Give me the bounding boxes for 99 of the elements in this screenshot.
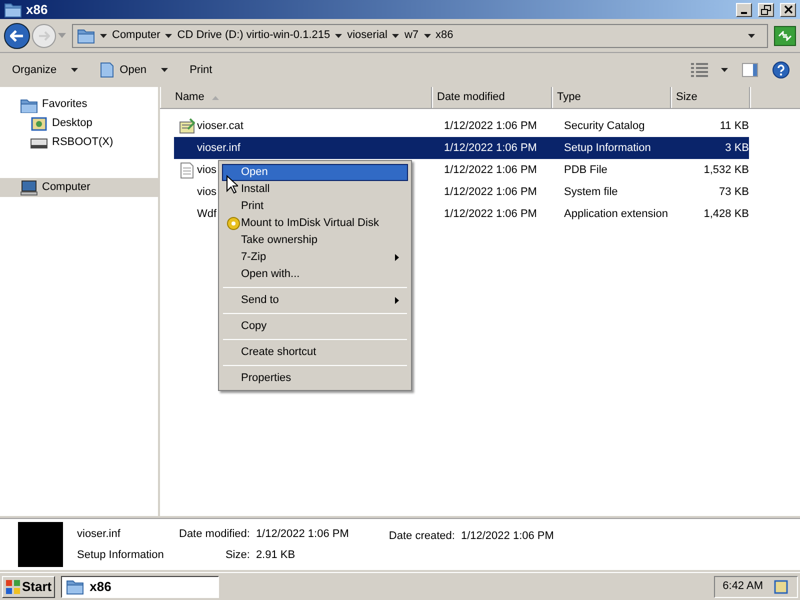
table-cell-text: 73 KB <box>718 184 749 200</box>
details-file-name: vioser.inf <box>77 527 122 542</box>
mouse-pointer-icon <box>226 175 238 194</box>
close-button[interactable] <box>780 2 796 16</box>
breadcrumb[interactable]: vioserial <box>347 27 388 44</box>
windows-logo-icon <box>5 578 21 594</box>
details-file-type: Setup Information <box>77 548 165 562</box>
restore-button[interactable] <box>758 2 774 16</box>
back-button[interactable] <box>4 22 30 48</box>
refresh-icon <box>778 30 792 40</box>
computer-icon <box>20 180 38 196</box>
menu-item[interactable]: Open <box>222 164 408 181</box>
table-cell-text: Security Catalog <box>563 118 646 134</box>
minimize-button[interactable] <box>736 2 752 16</box>
menu-item[interactable]: Send to <box>222 292 408 309</box>
table-cell-text: 1,428 KB <box>702 206 749 222</box>
menu-item[interactable]: Install <box>222 181 408 198</box>
table-cell-text: Application extension <box>563 206 669 222</box>
table-cell-text: 1/12/2022 1:06 PM <box>443 206 538 222</box>
address-bar[interactable]: Computer CD Drive (D:) virtio-win-0.1.215 vioserial w7 x86 <box>72 24 768 48</box>
disc-icon <box>227 217 240 230</box>
file-name[interactable]: vios <box>195 159 219 181</box>
column-header[interactable]: Date modified <box>432 87 552 108</box>
field-label: Size: <box>224 548 250 562</box>
taskbar-button[interactable]: x86 <box>60 576 219 598</box>
desktop-icon <box>30 116 48 132</box>
caret-icon <box>721 68 728 72</box>
list-view-icon <box>691 62 709 78</box>
restore-icon <box>761 4 771 14</box>
certificate-icon <box>178 118 195 134</box>
table-cell-text: Setup Information <box>563 140 652 156</box>
menu-item[interactable]: Open with... <box>222 266 408 283</box>
sidebar-item[interactable]: Computer <box>0 178 158 197</box>
table-cell-text: PDB File <box>563 162 608 178</box>
menu-item[interactable]: 7-Zip <box>222 249 408 266</box>
sidebar-item[interactable]: Favorites <box>0 95 158 114</box>
help-icon <box>772 61 790 79</box>
caret-icon <box>70 68 78 72</box>
folder-icon <box>77 27 95 44</box>
field-value: 1/12/2022 1:06 PM <box>460 529 554 544</box>
caret-icon <box>58 33 66 38</box>
field-label: Date created: <box>388 529 455 544</box>
forward-arrow-icon <box>38 30 50 40</box>
toolbar-button[interactable]: Print <box>184 58 218 82</box>
file-name[interactable]: vioser.cat <box>195 115 246 137</box>
breadcrumb[interactable]: CD Drive (D:) virtio-win-0.1.215 <box>177 27 330 44</box>
table-cell-text: System file <box>563 184 619 200</box>
refresh-button[interactable] <box>774 26 796 46</box>
caret-icon <box>748 34 755 38</box>
table-cell-text: 3 KB <box>724 140 749 156</box>
menu-item[interactable]: Properties <box>222 370 408 387</box>
sort-arrow-icon <box>212 96 220 100</box>
table-cell-text: 11 KB <box>718 118 749 134</box>
back-arrow-icon <box>10 30 24 42</box>
field-value: 1/12/2022 1:06 PM <box>256 527 349 542</box>
thumbnail <box>18 522 63 567</box>
sidebar-item[interactable]: RSBOOT(X) <box>0 133 158 152</box>
table-cell-text: 1,532 KB <box>702 162 749 178</box>
column-header[interactable]: Type <box>552 87 671 108</box>
close-icon <box>784 5 792 14</box>
caret-icon <box>100 34 107 38</box>
clock: 6:42 AM <box>722 579 763 594</box>
minimize-icon <box>741 12 747 14</box>
sidebar-item[interactable]: Desktop <box>0 114 158 133</box>
menu-item[interactable]: Mount to ImDisk Virtual Disk <box>222 215 408 232</box>
caret-icon <box>165 34 172 38</box>
document-icon <box>100 62 114 78</box>
toolbar-button[interactable]: Organize <box>6 58 84 82</box>
pane-icon <box>742 62 758 78</box>
folder-icon <box>4 1 22 18</box>
field-label: Date modified: <box>179 527 250 542</box>
table-cell-text: 1/12/2022 1:06 PM <box>443 118 538 134</box>
menu-item[interactable]: Create shortcut <box>222 344 408 361</box>
table-cell-text: 1/12/2022 1:06 PM <box>443 140 538 156</box>
file-name[interactable]: vioser.inf <box>195 137 242 159</box>
toolbar-button[interactable]: Open <box>94 58 174 82</box>
table-cell-text: 1/12/2022 1:06 PM <box>443 162 538 178</box>
window-title: x86 <box>26 0 49 19</box>
column-header[interactable]: Name <box>160 87 432 108</box>
breadcrumb[interactable]: x86 <box>436 27 454 44</box>
folder-icon <box>20 96 38 112</box>
caret-icon <box>424 34 431 38</box>
menu-item[interactable]: Copy <box>222 318 408 335</box>
caret-icon <box>160 68 168 72</box>
desktop-icon <box>773 578 789 594</box>
field-value: 2.91 KB <box>256 548 296 562</box>
caret-icon <box>335 34 342 38</box>
document-icon <box>178 162 195 178</box>
breadcrumb[interactable]: w7 <box>404 27 419 44</box>
breadcrumb[interactable]: Computer <box>112 27 160 44</box>
start-button[interactable]: Start <box>2 576 55 598</box>
file-name[interactable]: vios <box>195 181 219 203</box>
caret-icon <box>392 34 400 38</box>
folder-icon <box>66 578 84 595</box>
menu-item[interactable]: Take ownership <box>222 232 408 249</box>
file-name[interactable]: Wdf <box>195 203 219 225</box>
menu-item[interactable]: Print <box>222 198 408 215</box>
table-cell-text: 1/12/2022 1:06 PM <box>443 184 538 200</box>
column-header[interactable]: Size <box>671 87 750 108</box>
